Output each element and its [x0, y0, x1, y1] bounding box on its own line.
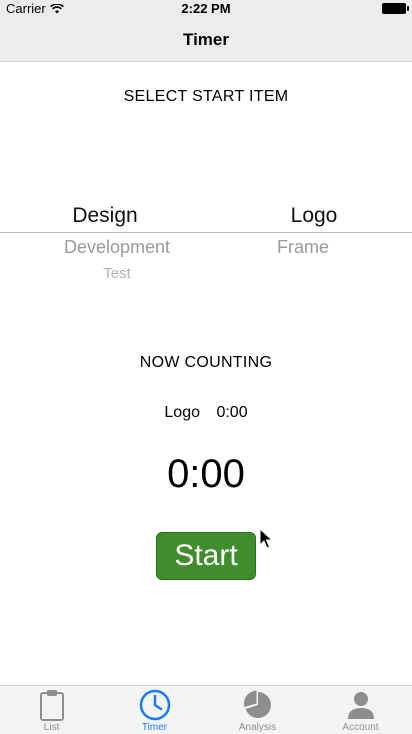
current-item-row: Logo 0:00 [0, 404, 412, 422]
tab-label: Account [342, 722, 379, 733]
clipboard-icon [0, 689, 103, 721]
picker-left-option[interactable]: Test [0, 265, 234, 282]
tab-analysis[interactable]: Analysis [206, 686, 309, 734]
navigation-bar: Timer [0, 18, 412, 62]
current-item-name: Logo [164, 404, 200, 421]
battery-icon [382, 3, 409, 14]
tab-label: Timer [141, 722, 168, 733]
item-picker[interactable]: Design Development Test Logo Frame [0, 190, 412, 300]
clock-icon [103, 689, 206, 721]
elapsed-timer-display: 0:00 [167, 452, 245, 496]
tab-account[interactable]: Account [309, 686, 412, 734]
select-start-item-label: SELECT START ITEM [123, 88, 289, 105]
tab-bar: List Timer Analysis Account [0, 685, 412, 734]
start-button[interactable]: Start [156, 532, 256, 580]
mouse-cursor-icon [259, 528, 273, 549]
picker-selection-line [0, 232, 412, 233]
tab-label: List [43, 722, 60, 733]
picker-left-option[interactable]: Development [0, 237, 234, 258]
pie-chart-icon [206, 689, 309, 721]
person-icon [309, 689, 412, 721]
picker-left-selected[interactable]: Design [0, 204, 210, 228]
page-title: Timer [183, 30, 229, 49]
status-bar: Carrier 2:22 PM [0, 0, 412, 18]
now-counting-label: NOW COUNTING [139, 354, 273, 371]
status-time: 2:22 PM [181, 1, 231, 16]
picker-right-option[interactable]: Frame [214, 237, 392, 258]
picker-right-selected[interactable]: Logo [214, 204, 412, 228]
tab-label: Analysis [238, 722, 277, 733]
tab-list[interactable]: List [0, 686, 103, 734]
tab-timer[interactable]: Timer [103, 686, 206, 734]
current-item-elapsed: 0:00 [216, 404, 248, 421]
